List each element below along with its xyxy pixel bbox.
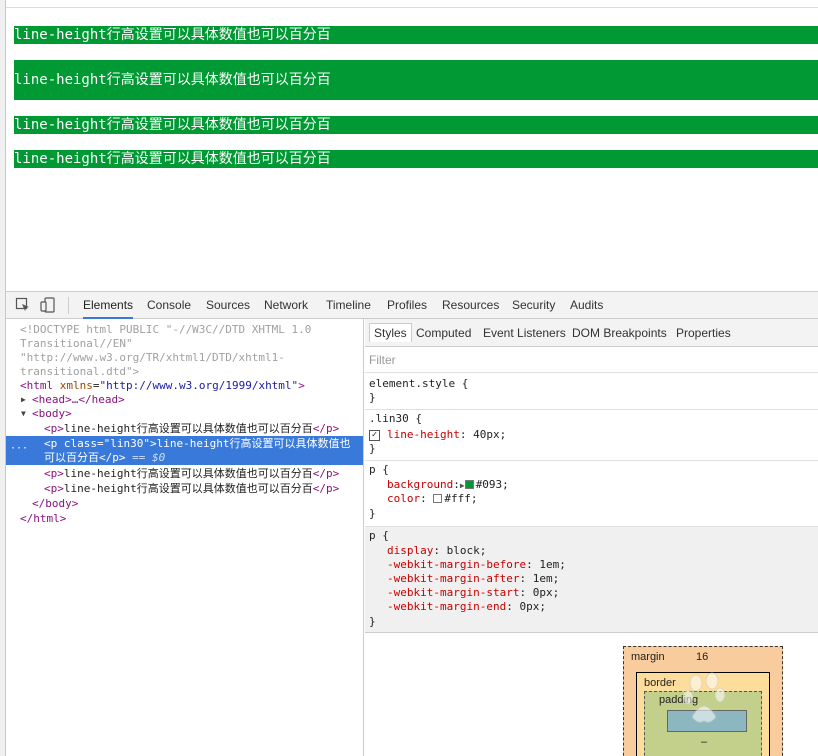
subtab-styles[interactable]: Styles <box>369 323 412 342</box>
selected-p-line-2: 可以百分百</p> == $0 <box>44 451 166 464</box>
doctype-line-2[interactable]: Transitional//EN" <box>20 337 133 351</box>
tab-elements[interactable]: Elements <box>83 292 134 319</box>
expand-triangle-icon[interactable]: ▶ <box>21 395 26 404</box>
body-close-node[interactable]: </body> <box>32 497 78 511</box>
color-swatch[interactable] <box>464 480 474 489</box>
ua-declaration[interactable]: -webkit-margin-before: 1em; <box>387 558 566 572</box>
doctype-line-4[interactable]: transitional.dtd"> <box>20 365 139 379</box>
doctype-line-3[interactable]: "http://www.w3.org/TR/xhtml1/DTD/xhtml1- <box>20 351 285 365</box>
paragraph-lin30: line-height行高设置可以具体数值也可以百分百 <box>14 60 818 100</box>
tab-sources[interactable]: Sources <box>206 292 250 319</box>
color-swatch[interactable] <box>433 494 443 503</box>
paragraph-1: line-height行高设置可以具体数值也可以百分百 <box>14 26 818 44</box>
selected-p-line-1: <p class="lin30">line-height行高设置可以具体数值也 <box>44 437 351 450</box>
paragraph-4: line-height行高设置可以具体数值也可以百分百 <box>14 150 818 168</box>
selected-p-node[interactable]: ··· <p class="lin30">line-height行高设置可以具体… <box>6 436 363 465</box>
toolbar-divider <box>68 297 69 314</box>
viewport-top-border <box>6 0 818 8</box>
lin30-selector[interactable]: .lin30 { <box>369 412 422 426</box>
styles-filter-input[interactable]: Filter <box>369 353 396 367</box>
property-checkbox[interactable]: ✓ <box>369 430 380 441</box>
more-dots-icon[interactable]: ··· <box>10 443 28 454</box>
rule-p-author: p { background:▶ #093; color: #fff; } <box>365 460 818 526</box>
tab-timeline[interactable]: Timeline <box>326 292 371 319</box>
close-brace: } <box>369 442 376 455</box>
margin-label: margin <box>631 651 665 663</box>
paragraph-3: line-height行高设置可以具体数值也可以百分百 <box>14 116 818 134</box>
inspect-element-icon[interactable] <box>15 297 31 313</box>
elements-tree: <!DOCTYPE html PUBLIC "-//W3C//DTD XHTML… <box>6 319 364 756</box>
close-brace: } <box>369 391 376 404</box>
html-close-node[interactable]: </html> <box>20 512 66 526</box>
background-declaration[interactable]: background:▶ #093; <box>387 478 509 492</box>
device-mode-icon[interactable] <box>40 297 56 313</box>
html-node[interactable]: <html xmlns="http://www.w3.org/1999/xhtm… <box>20 379 305 393</box>
ua-declaration[interactable]: -webkit-margin-end: 0px; <box>387 600 546 614</box>
doctype-line-1[interactable]: <!DOCTYPE html PUBLIC "-//W3C//DTD XHTML… <box>20 323 311 337</box>
subtab-computed[interactable]: Computed <box>416 326 471 340</box>
collapse-triangle-icon[interactable]: ▼ <box>21 409 26 418</box>
rule-lin30: .lin30 { ✓ line-height: 40px; } <box>365 409 818 460</box>
rule-element-style: element.style { } <box>365 372 818 409</box>
tab-audits[interactable]: Audits <box>570 292 603 319</box>
close-brace: } <box>369 615 376 628</box>
p-node-1[interactable]: <p>line-height行高设置可以具体数值也可以百分百</p> <box>44 422 339 436</box>
tab-console[interactable]: Console <box>147 292 191 319</box>
p-node-4[interactable]: <p>line-height行高设置可以具体数值也可以百分百</p> <box>44 482 339 496</box>
close-brace: } <box>369 507 376 520</box>
p-node-3[interactable]: <p>line-height行高设置可以具体数值也可以百分百</p> <box>44 467 339 481</box>
element-style-selector[interactable]: element.style { <box>369 377 468 391</box>
subtab-properties[interactable]: Properties <box>676 326 731 340</box>
baidu-watermark-logo <box>620 665 770 745</box>
margin-top-value[interactable]: 16 <box>696 651 708 663</box>
tab-profiles[interactable]: Profiles <box>387 292 427 319</box>
rule-p-user-agent: p { display: block; -webkit-margin-befor… <box>365 526 818 632</box>
dollar-zero-ref: == $0 <box>132 451 166 464</box>
devtools-toolbar: Elements Console Sources Network Timelin… <box>6 292 818 319</box>
styles-subtabs: Styles Computed Event Listeners DOM Brea… <box>365 319 818 347</box>
ua-declaration[interactable]: -webkit-margin-after: 1em; <box>387 572 559 586</box>
body-node[interactable]: <body> <box>32 407 72 421</box>
head-node[interactable]: <head>…</head> <box>32 393 125 407</box>
line-height-declaration[interactable]: line-height: 40px; <box>387 428 506 442</box>
subtab-dom-breakpoints[interactable]: DOM Breakpoints <box>572 326 667 340</box>
ua-declaration[interactable]: display: block; <box>387 544 486 558</box>
tab-security[interactable]: Security <box>512 292 555 319</box>
color-declaration[interactable]: color: #fff; <box>387 492 478 506</box>
ua-p-selector[interactable]: p { <box>369 529 389 543</box>
ua-declaration[interactable]: -webkit-margin-start: 0px; <box>387 586 559 600</box>
p-selector[interactable]: p { <box>369 463 389 477</box>
subtab-event-listeners[interactable]: Event Listeners <box>483 326 566 340</box>
page-viewport: line-height行高设置可以具体数值也可以百分百 line-height行… <box>6 9 818 291</box>
tab-resources[interactable]: Resources <box>442 292 499 319</box>
tab-network[interactable]: Network <box>264 292 308 319</box>
